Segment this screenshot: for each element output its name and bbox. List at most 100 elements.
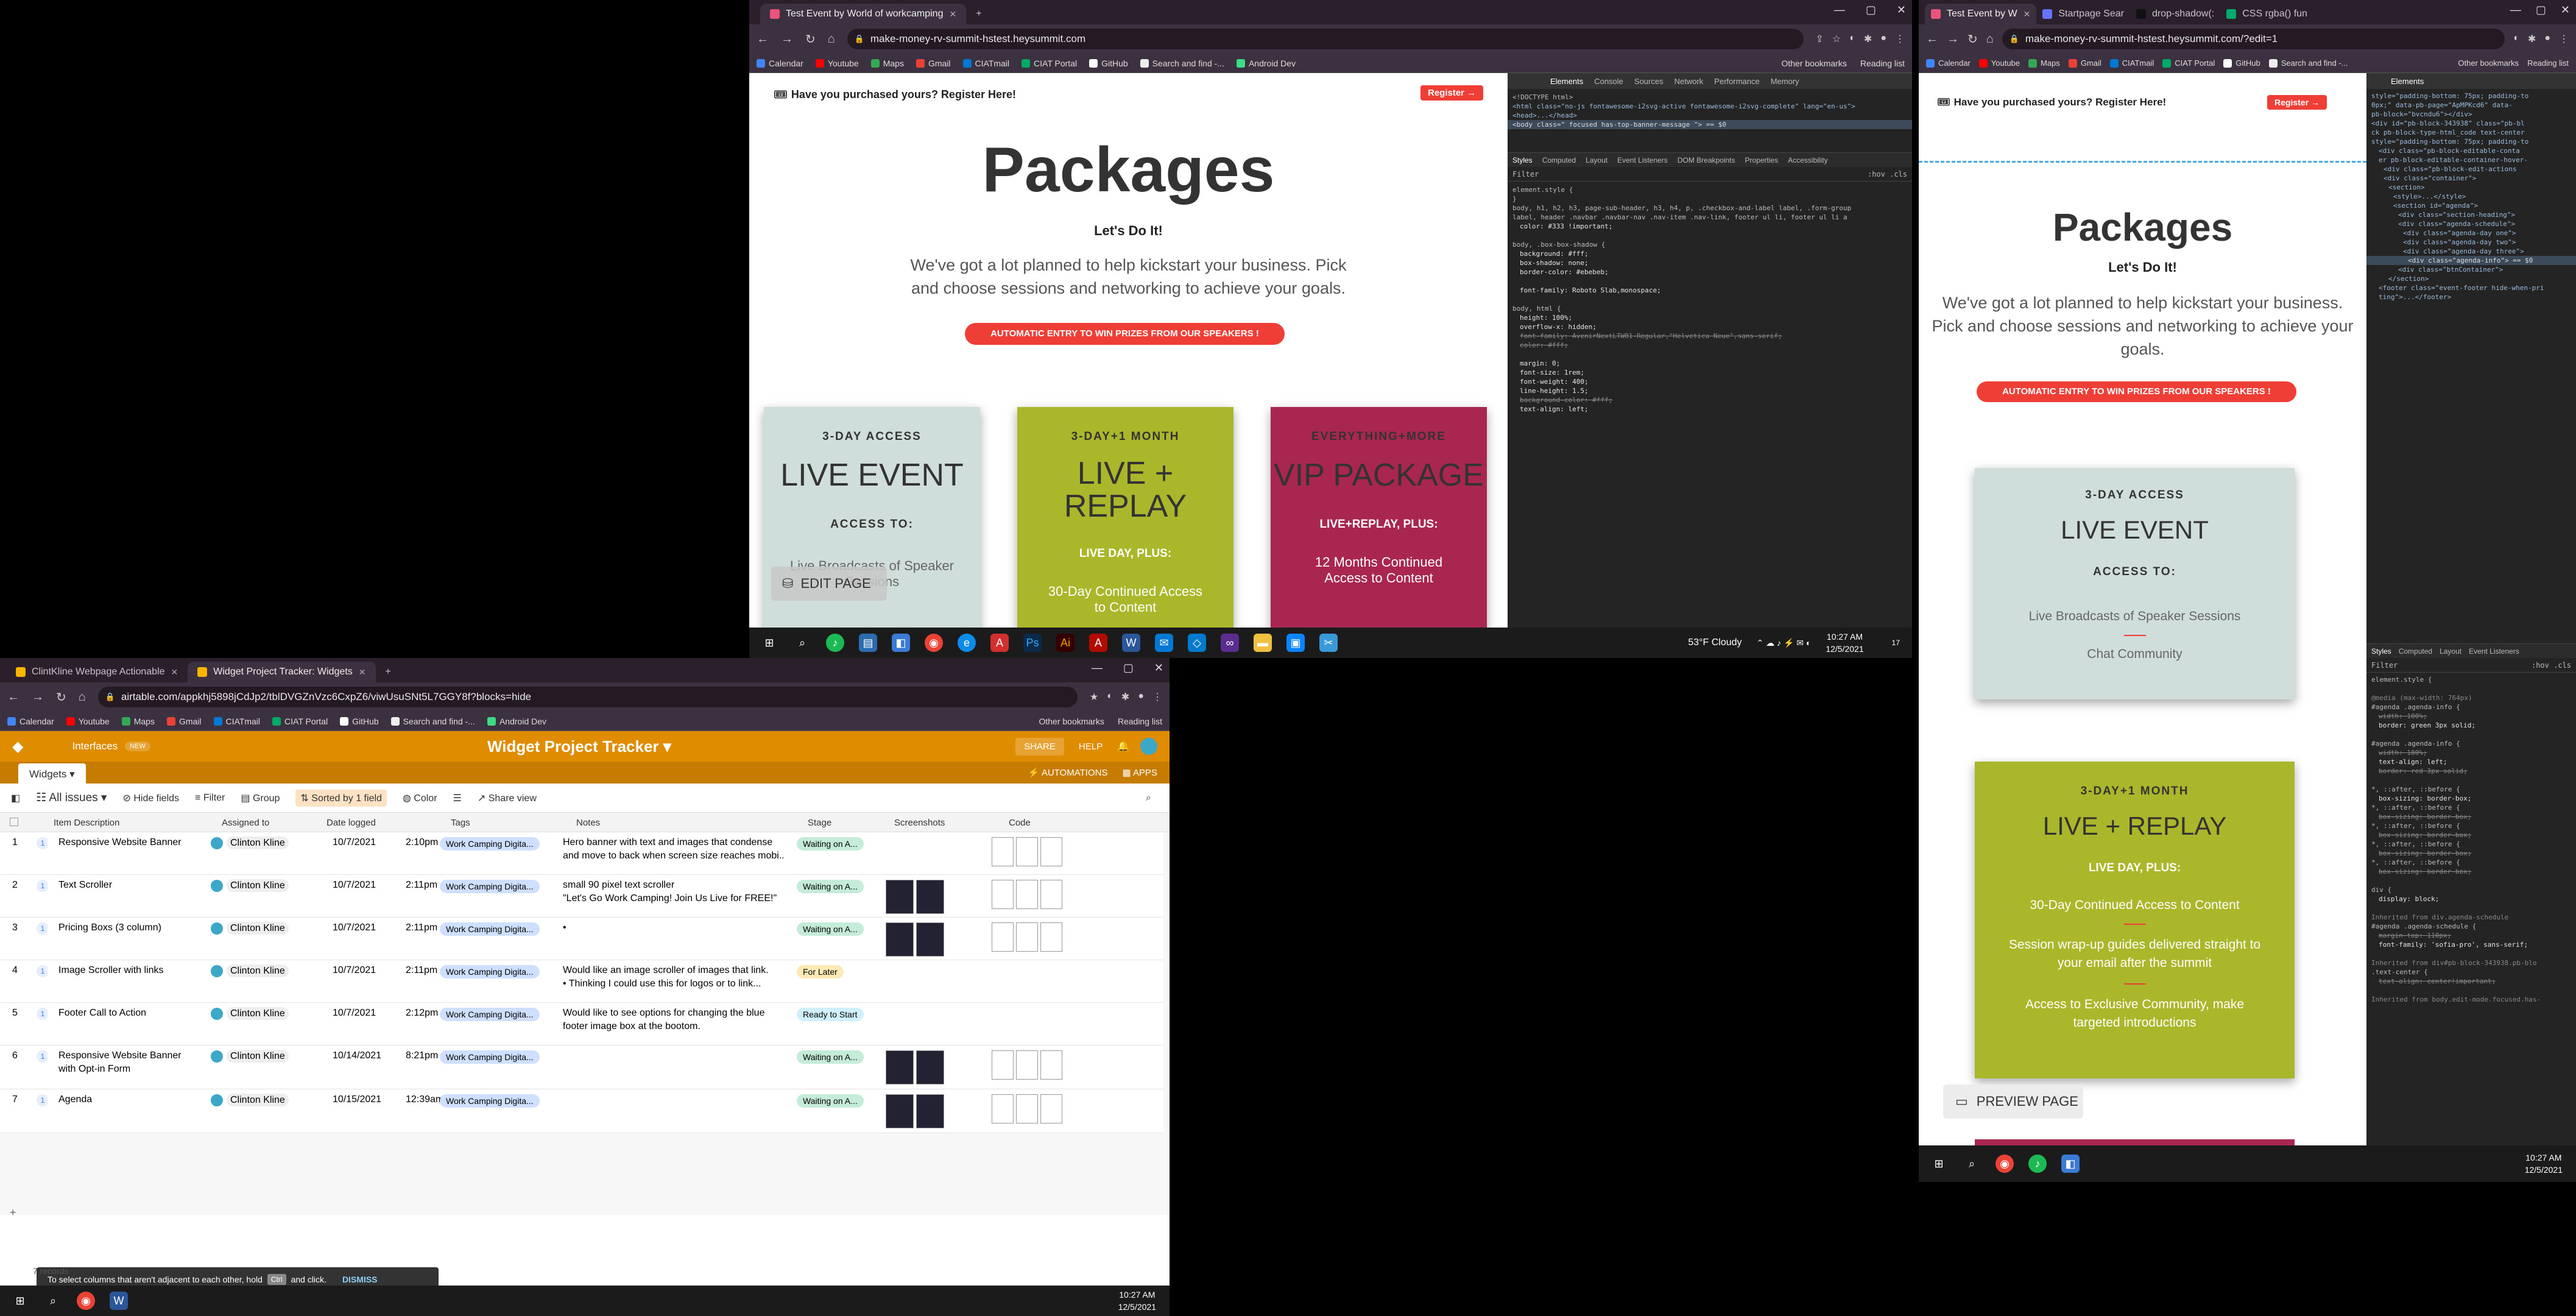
tags-cell[interactable]: Work Camping Digita... [435,1003,552,1045]
address-bar[interactable]: make-money-rv-summit-hstest.heysummit.co… [2002,29,2505,49]
bookmark-youtube[interactable]: Youtube [1978,58,2020,68]
assigned-to-cell[interactable]: Clinton Kline [206,1003,328,1045]
screenshots-cell[interactable] [881,832,984,874]
register-button[interactable]: Register → [2267,95,2327,110]
home-icon[interactable]: ⌂ [79,690,86,704]
chrome-icon[interactable]: ◉ [77,1292,95,1310]
subtab-properties[interactable]: Properties [1745,156,1779,164]
apps-button[interactable]: ▦ APPS [1122,767,1157,778]
bookmark-github[interactable]: GitHub [340,716,379,726]
menu-icon[interactable]: ⋮ [1152,691,1162,703]
col-tags[interactable]: Tags [451,818,470,828]
forward-icon[interactable]: → [781,32,793,46]
back-icon[interactable]: ← [7,690,19,704]
forward-icon[interactable]: → [32,690,44,704]
reload-icon[interactable]: ↻ [56,690,66,705]
promo-button[interactable]: AUTOMATIC ENTRY TO WIN PRIZES FROM OUR S… [965,323,1285,345]
photoshop-icon[interactable]: Ps [1023,634,1042,652]
filter-input[interactable]: Filter [1512,170,1539,179]
col-assigned-to[interactable]: Assigned to [222,818,269,828]
illustrator-icon[interactable]: Ai [1056,634,1075,652]
assigned-to-cell[interactable]: Clinton Kline [206,875,328,917]
address-bar[interactable]: make-money-rv-summit-hstest.heysummit.co… [847,29,1804,49]
col-screenshots[interactable]: Screenshots [894,818,945,828]
stage-cell[interactable]: Waiting on A... [792,918,877,960]
date-cell[interactable]: 10/7/2021 [328,1003,401,1045]
screenshots-cell[interactable] [881,1003,984,1045]
close-window-icon[interactable]: ✕ [1154,662,1163,674]
screenshots-cell[interactable] [881,960,984,1002]
date-cell[interactable]: 10/7/2021 [328,918,401,960]
item-description-cell[interactable]: Footer Call to Action [54,1003,200,1045]
table-row[interactable]: 1 1 Responsive Website Banner Clinton Kline… [0,832,1163,875]
sort-button[interactable]: ⇅ Sorted by 1 field [295,789,387,807]
bookmark-ciat-portal[interactable]: CIAT Portal [1022,58,1077,68]
tab-network[interactable]: Network [1674,77,1704,86]
windows-start-icon[interactable]: ⊞ [760,634,778,652]
expand-row-icon[interactable]: 1 [32,832,48,874]
notes-cell[interactable]: Would like an image scroller of images t… [558,960,783,1002]
bookmark-maps[interactable]: Maps [870,58,904,68]
stage-cell[interactable]: Waiting on A... [792,832,877,874]
col-code[interactable]: Code [1009,818,1031,828]
bookmark-gmail[interactable]: Gmail [166,716,202,726]
bookmark-calendar[interactable]: Calendar [757,58,803,68]
snip-icon[interactable]: ✂ [1319,634,1338,652]
tab-css-rgba[interactable]: CSS rgba() fun [2220,4,2313,24]
notes-cell[interactable] [558,1045,783,1089]
minimize-icon[interactable]: — [2510,4,2521,16]
hov-cls-toggle[interactable]: :hov .cls [2532,661,2571,670]
extension-icon[interactable]: ◐ [1107,691,1113,703]
subtab-event-listeners[interactable]: Event Listeners [1617,156,1668,164]
assigned-to-cell[interactable]: Clinton Kline [206,960,328,1002]
bookmark-search[interactable]: Search and find -... [2268,58,2348,68]
subtab-styles[interactable]: Styles [2371,647,2391,656]
share-button[interactable]: SHARE [1015,737,1064,755]
profile-icon[interactable]: ● [1138,691,1144,703]
promo-button[interactable]: AUTOMATIC ENTRY TO WIN PRIZES FROM OUR S… [1977,381,2296,402]
bookmark-ciatmail[interactable]: CIATmail [213,716,260,726]
notes-cell[interactable]: • [558,918,783,960]
bookmark-ciatmail[interactable]: CIATmail [2109,58,2154,68]
home-icon[interactable]: ⌂ [828,32,835,46]
tab-clintkline[interactable]: ClintKline Webpage Actionable ✕ [6,662,188,682]
screenshots-cell[interactable] [881,875,984,917]
mail-icon[interactable]: ✉ [1155,634,1173,652]
expand-row-icon[interactable]: 1 [32,918,48,960]
bookmark-calendar[interactable]: Calendar [1926,58,1971,68]
assigned-to-cell[interactable]: Clinton Kline [206,1089,328,1133]
code-cell[interactable] [987,918,1163,960]
bell-icon[interactable]: 🔔 [1117,740,1129,752]
close-window-icon[interactable]: ✕ [1897,4,1906,16]
select-all-checkbox[interactable] [10,818,18,826]
subtab-dom-breakpoints[interactable]: DOM Breakpoints [1678,156,1735,164]
screenshots-cell[interactable] [881,1045,984,1089]
airtable-logo-icon[interactable]: ◆ [12,738,23,755]
hide-fields-button[interactable]: ⊘ Hide fields [122,792,179,804]
close-tab-icon[interactable]: ✕ [171,667,178,677]
subtab-layout[interactable]: Layout [1586,156,1607,164]
share-view-button[interactable]: ↗ Share view [478,792,537,804]
vscode-icon[interactable]: ◇ [1188,634,1206,652]
clock[interactable]: 10:27 AM 12/5/2021 [2525,1152,2576,1176]
bookmark-gmail[interactable]: Gmail [2068,58,2101,68]
bookmark-calendar[interactable]: Calendar [7,716,54,726]
reading-list[interactable]: Reading list [1860,58,1905,68]
interfaces-link[interactable]: Interfaces [72,740,118,752]
tab-test-event[interactable]: Test Event by World of workcamping ✕ [760,4,967,24]
share-icon[interactable]: ⇪ [1816,33,1824,45]
assigned-to-cell[interactable]: Clinton Kline [206,832,328,874]
expand-row-icon[interactable]: 1 [32,960,48,1002]
table-row[interactable]: 4 1 Image Scroller with links Clinton Kline… [0,960,1163,1003]
weather[interactable]: 53°F Cloudy [1688,637,1741,648]
stage-cell[interactable]: Waiting on A... [792,1045,877,1089]
assigned-to-cell[interactable]: Clinton Kline [206,1045,328,1089]
col-stage[interactable]: Stage [808,818,831,828]
maximize-icon[interactable]: ▢ [1123,662,1134,674]
stage-cell[interactable]: Waiting on A... [792,1089,877,1133]
menu-icon[interactable]: ⋮ [2559,33,2569,45]
edge-icon[interactable]: e [958,634,976,652]
tags-cell[interactable]: Work Camping Digita... [435,1089,552,1133]
bookmark-search[interactable]: Search and find -... [390,716,475,726]
date-cell[interactable]: 10/15/2021 [328,1089,401,1133]
